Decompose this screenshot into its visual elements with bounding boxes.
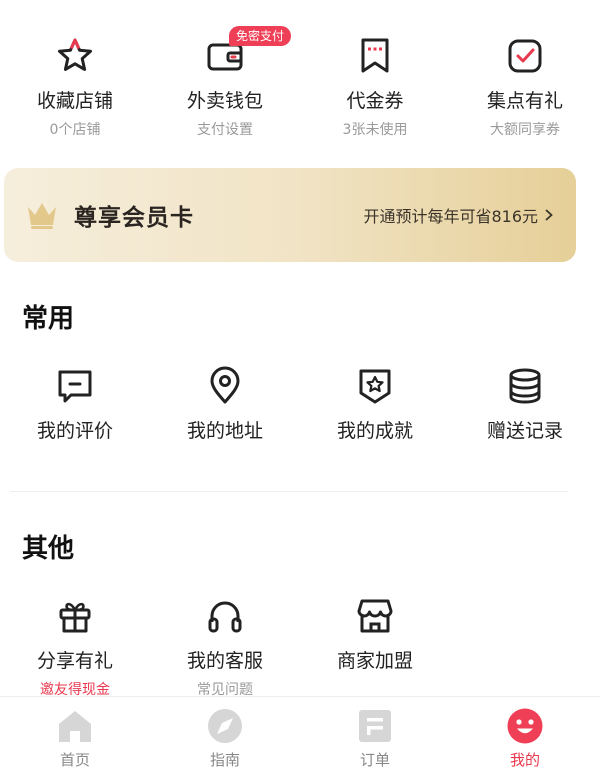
section-title-other: 其他 — [22, 534, 75, 564]
section-divider — [10, 491, 568, 492]
my-reviews-entry[interactable]: 我的评价 — [0, 364, 150, 443]
coupon-icon — [353, 34, 397, 78]
tab-orders[interactable]: 订单 — [300, 697, 450, 776]
merchant-join-label: 商家加盟 — [336, 650, 413, 672]
vip-promo-text: 开通预计每年可省816元 — [363, 207, 538, 226]
coupons-label: 代金券 — [346, 90, 404, 112]
headset-icon — [203, 594, 247, 638]
location-pin-icon — [203, 364, 247, 408]
gift-records-label: 赠送记录 — [486, 420, 563, 442]
gift-icon — [53, 594, 97, 638]
collect-points-sub: 大额同享券 — [490, 122, 560, 138]
share-gift-label: 分享有礼 — [36, 650, 113, 672]
my-achievements-entry[interactable]: 我的成就 — [300, 364, 450, 443]
order-icon — [359, 710, 391, 742]
crown-icon — [28, 203, 56, 229]
review-icon — [53, 364, 97, 408]
tab-guide-label: 指南 — [209, 751, 240, 769]
customer-service-label: 我的客服 — [186, 650, 263, 672]
home-icon — [59, 711, 91, 742]
customer-service-entry[interactable]: 我的客服 常见问题 — [150, 594, 300, 699]
coupons-entry[interactable]: 代金券 3张未使用 — [300, 34, 450, 139]
coupons-unused-count: 3张未使用 — [342, 122, 408, 138]
stamp-check-icon — [503, 34, 547, 78]
merchant-join-entry[interactable]: 商家加盟 — [300, 594, 450, 699]
compass-icon — [208, 709, 242, 743]
my-address-label: 我的地址 — [186, 420, 263, 442]
my-address-entry[interactable]: 我的地址 — [150, 364, 300, 443]
favorite-stores-label: 收藏店铺 — [36, 90, 113, 112]
chevron-right-icon — [545, 209, 553, 221]
tab-orders-label: 订单 — [359, 751, 390, 769]
bottom-tab-bar: 首页 指南 订单 我的 — [0, 696, 600, 776]
tab-home[interactable]: 首页 — [0, 697, 150, 776]
store-icon — [353, 594, 397, 638]
vip-open-link[interactable]: 开通预计每年可省816元 — [363, 203, 556, 227]
other-shortcuts: 分享有礼 邀友得现金 我的客服 常见问题 商家加盟 — [0, 594, 600, 699]
common-shortcuts: 我的评价 我的地址 我的成就 赠送记录 — [0, 364, 600, 443]
share-gift-entry[interactable]: 分享有礼 邀友得现金 — [0, 594, 150, 699]
top-shortcuts: 收藏店铺 0个店铺 免密支付 外卖钱包 支付设置 代金券 3张未使用 集点有礼 … — [0, 26, 600, 139]
my-achievements-label: 我的成就 — [336, 420, 413, 442]
tab-mine-label: 我的 — [509, 751, 540, 769]
tab-mine[interactable]: 我的 — [450, 697, 600, 776]
smiley-icon — [507, 708, 543, 744]
tab-home-label: 首页 — [59, 751, 90, 769]
wallet-label: 外卖钱包 — [186, 90, 263, 112]
star-icon — [53, 34, 97, 78]
my-reviews-label: 我的评价 — [36, 420, 113, 442]
vip-membership-card[interactable]: 尊享会员卡 开通预计每年可省816元 — [4, 168, 576, 262]
section-title-common: 常用 — [22, 304, 75, 334]
tab-guide[interactable]: 指南 — [150, 697, 300, 776]
collect-points-label: 集点有礼 — [486, 90, 563, 112]
password-free-badge: 免密支付 — [229, 26, 292, 46]
payment-settings-label: 支付设置 — [197, 122, 253, 138]
wallet-icon: 免密支付 — [203, 26, 292, 78]
gift-records-entry[interactable]: 赠送记录 — [450, 364, 600, 443]
vip-card-title: 尊享会员卡 — [74, 205, 194, 231]
coins-stack-icon — [503, 364, 547, 408]
favorite-stores-entry[interactable]: 收藏店铺 0个店铺 — [0, 34, 150, 139]
favorite-stores-count: 0个店铺 — [49, 122, 101, 138]
wallet-entry[interactable]: 免密支付 外卖钱包 支付设置 — [150, 26, 300, 139]
collect-points-entry[interactable]: 集点有礼 大额同享券 — [450, 34, 600, 139]
achievement-badge-icon — [353, 364, 397, 408]
